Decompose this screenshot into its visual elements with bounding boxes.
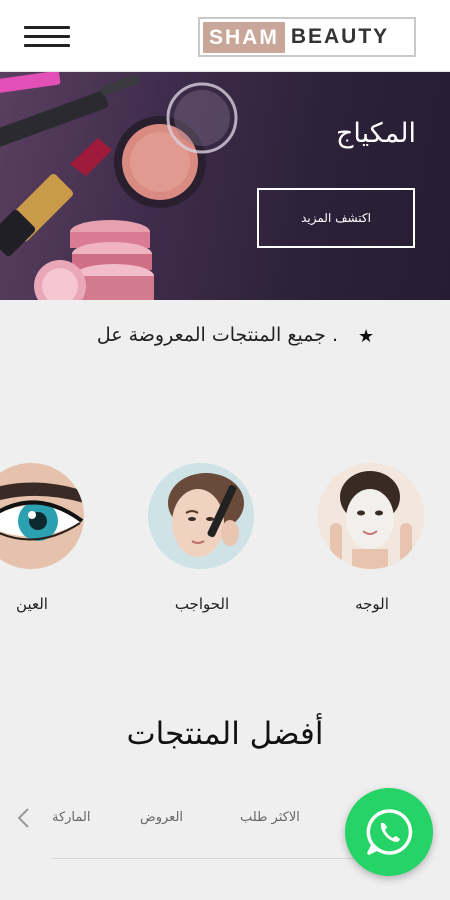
face-category-image bbox=[318, 463, 424, 569]
eyebrows-category-image bbox=[148, 463, 254, 569]
whatsapp-button[interactable] bbox=[345, 788, 433, 876]
category-label-eyes: العين bbox=[16, 595, 48, 613]
tab-most-ordered[interactable]: الاكثر طلب bbox=[240, 810, 300, 825]
makeup-products-image bbox=[0, 72, 238, 300]
menu-icon[interactable] bbox=[24, 24, 70, 48]
hero-banner: المكياج اكتشف المزيد bbox=[0, 72, 450, 300]
category-eyebrows[interactable]: الحواجب bbox=[148, 463, 256, 613]
logo-part1: SHAM bbox=[203, 21, 285, 53]
category-face[interactable]: الوجه bbox=[318, 463, 426, 613]
notice-bar: . جميع المنتجات المعروضة عل ★ bbox=[0, 318, 450, 358]
tab-offers[interactable]: العروض bbox=[140, 810, 183, 825]
category-label-eyebrows: الحواجب bbox=[174, 595, 230, 613]
whatsapp-icon bbox=[366, 809, 413, 855]
star-icon: ★ bbox=[358, 326, 375, 347]
best-products-title: أفضل المنتجات bbox=[126, 716, 324, 752]
chevron-left-icon[interactable] bbox=[14, 806, 34, 830]
hero-title: المكياج bbox=[335, 118, 416, 149]
tab-brand[interactable]: الماركة bbox=[52, 810, 91, 825]
app-header: SHAM BEAUTY bbox=[0, 0, 450, 72]
logo[interactable]: SHAM BEAUTY bbox=[198, 17, 416, 57]
category-eyes[interactable]: العين bbox=[0, 463, 86, 613]
eyes-category-image bbox=[0, 463, 84, 569]
discover-more-button[interactable]: اكتشف المزيد bbox=[257, 188, 415, 248]
logo-part2: BEAUTY bbox=[290, 25, 390, 48]
notice-text: . جميع المنتجات المعروضة عل bbox=[96, 324, 338, 346]
category-label-face: الوجه bbox=[355, 595, 389, 613]
